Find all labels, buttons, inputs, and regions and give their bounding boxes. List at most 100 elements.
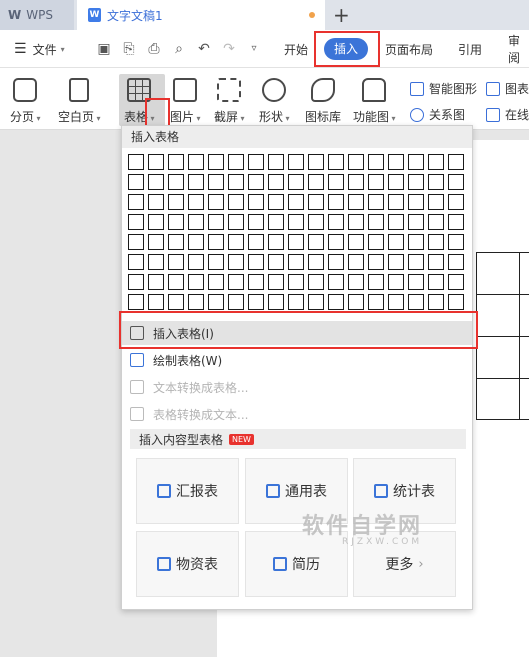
table-grid-cell[interactable]	[328, 274, 344, 290]
table-grid-cell[interactable]	[328, 234, 344, 250]
table-grid-cell[interactable]	[408, 254, 424, 270]
table-grid-cell[interactable]	[308, 234, 324, 250]
table-grid-cell[interactable]	[348, 274, 364, 290]
table-grid-cell[interactable]	[328, 154, 344, 170]
table-grid-cell[interactable]	[448, 154, 464, 170]
table-grid-cell[interactable]	[288, 294, 304, 310]
table-grid-cell[interactable]	[248, 154, 264, 170]
menu-references[interactable]: 引用	[458, 30, 482, 68]
table-grid-cell[interactable]	[208, 214, 224, 230]
table-grid-cell[interactable]	[328, 174, 344, 190]
table-grid-cell[interactable]	[428, 234, 444, 250]
table-grid-cell[interactable]	[248, 234, 264, 250]
table-grid-cell[interactable]	[208, 254, 224, 270]
table-grid-cell[interactable]	[348, 194, 364, 210]
table-grid-cell[interactable]	[428, 174, 444, 190]
print-preview-icon[interactable]: ⌕	[171, 41, 187, 57]
table-grid-cell[interactable]	[308, 294, 324, 310]
table-grid-cell[interactable]	[328, 254, 344, 270]
menu-review[interactable]: 审阅	[508, 30, 529, 68]
table-grid-cell[interactable]	[428, 274, 444, 290]
table-grid-cell[interactable]	[288, 274, 304, 290]
table-grid-cell[interactable]	[188, 154, 204, 170]
table-grid-cell[interactable]	[248, 194, 264, 210]
page-break-button[interactable]: 分页	[10, 78, 41, 125]
draw-table-item[interactable]: 绘制表格(W)	[122, 348, 472, 372]
table-grid-cell[interactable]	[128, 294, 144, 310]
online-button[interactable]: 在线	[486, 106, 529, 123]
table-grid-cell[interactable]	[348, 294, 364, 310]
table-grid-cell[interactable]	[288, 194, 304, 210]
table-grid-cell[interactable]	[188, 254, 204, 270]
table-grid-cell[interactable]	[208, 194, 224, 210]
table-grid-cell[interactable]	[148, 174, 164, 190]
table-grid-cell[interactable]	[428, 254, 444, 270]
smart-art-button[interactable]: 智能图形	[410, 80, 477, 97]
tab-wps-home[interactable]: W WPS	[0, 0, 74, 30]
table-grid-cell[interactable]	[188, 294, 204, 310]
table-grid-cell[interactable]	[168, 254, 184, 270]
table-grid-cell[interactable]	[168, 294, 184, 310]
table-grid-cell[interactable]	[388, 234, 404, 250]
new-tab-button[interactable]: +	[333, 3, 350, 27]
table-grid-cell[interactable]	[208, 294, 224, 310]
table-grid-cell[interactable]	[428, 294, 444, 310]
table-grid-cell[interactable]	[348, 214, 364, 230]
table-grid-cell[interactable]	[288, 154, 304, 170]
table-grid-cell[interactable]	[388, 254, 404, 270]
table-grid-cell[interactable]	[408, 154, 424, 170]
table-grid-cell[interactable]	[148, 274, 164, 290]
table-grid-cell[interactable]	[228, 294, 244, 310]
table-grid-cell[interactable]	[348, 254, 364, 270]
table-grid-cell[interactable]	[408, 274, 424, 290]
table-grid-cell[interactable]	[388, 154, 404, 170]
icon-library-button[interactable]: 图标库	[305, 78, 341, 125]
table-grid-cell[interactable]	[368, 214, 384, 230]
table-grid-cell[interactable]	[228, 234, 244, 250]
table-grid-cell[interactable]	[228, 194, 244, 210]
table-grid-cell[interactable]	[248, 174, 264, 190]
table-grid-cell[interactable]	[388, 194, 404, 210]
table-grid-cell[interactable]	[408, 234, 424, 250]
table-grid-cell[interactable]	[368, 174, 384, 190]
table-grid-cell[interactable]	[168, 154, 184, 170]
table-grid-cell[interactable]	[168, 194, 184, 210]
table-grid-cell[interactable]	[368, 234, 384, 250]
table-grid-cell[interactable]	[228, 154, 244, 170]
table-grid-cell[interactable]	[388, 214, 404, 230]
table-grid-cell[interactable]	[168, 234, 184, 250]
table-grid-cell[interactable]	[328, 294, 344, 310]
table-grid-cell[interactable]	[168, 274, 184, 290]
table-grid-cell[interactable]	[448, 294, 464, 310]
table-grid-cell[interactable]	[328, 214, 344, 230]
table-grid-cell[interactable]	[228, 174, 244, 190]
table-grid-cell[interactable]	[408, 174, 424, 190]
table-grid-cell[interactable]	[128, 154, 144, 170]
table-grid-cell[interactable]	[288, 254, 304, 270]
document-table[interactable]	[476, 252, 529, 420]
table-grid-cell[interactable]	[148, 294, 164, 310]
table-grid-cell[interactable]	[288, 234, 304, 250]
table-grid-cell[interactable]	[428, 154, 444, 170]
table-grid-cell[interactable]	[268, 254, 284, 270]
save-icon[interactable]: ▣	[96, 41, 112, 57]
table-grid-cell[interactable]	[408, 294, 424, 310]
shapes-button[interactable]: 形状	[259, 78, 290, 125]
menu-home[interactable]: 开始	[284, 30, 308, 68]
table-grid-cell[interactable]	[448, 194, 464, 210]
table-grid-cell[interactable]	[408, 194, 424, 210]
table-grid-cell[interactable]	[168, 214, 184, 230]
table-grid-cell[interactable]	[288, 214, 304, 230]
table-grid-cell[interactable]	[308, 274, 324, 290]
redo-icon[interactable]: ↷	[221, 41, 237, 57]
table-grid-cell[interactable]	[148, 214, 164, 230]
table-grid-cell[interactable]	[428, 194, 444, 210]
table-grid-cell[interactable]	[128, 174, 144, 190]
table-grid-cell[interactable]	[228, 254, 244, 270]
template-report[interactable]: 汇报表	[136, 458, 239, 524]
menu-page-layout[interactable]: 页面布局	[385, 30, 433, 68]
table-grid-cell[interactable]	[248, 274, 264, 290]
table-grid-cell[interactable]	[268, 154, 284, 170]
table-grid-cell[interactable]	[268, 294, 284, 310]
table-grid-cell[interactable]	[208, 274, 224, 290]
